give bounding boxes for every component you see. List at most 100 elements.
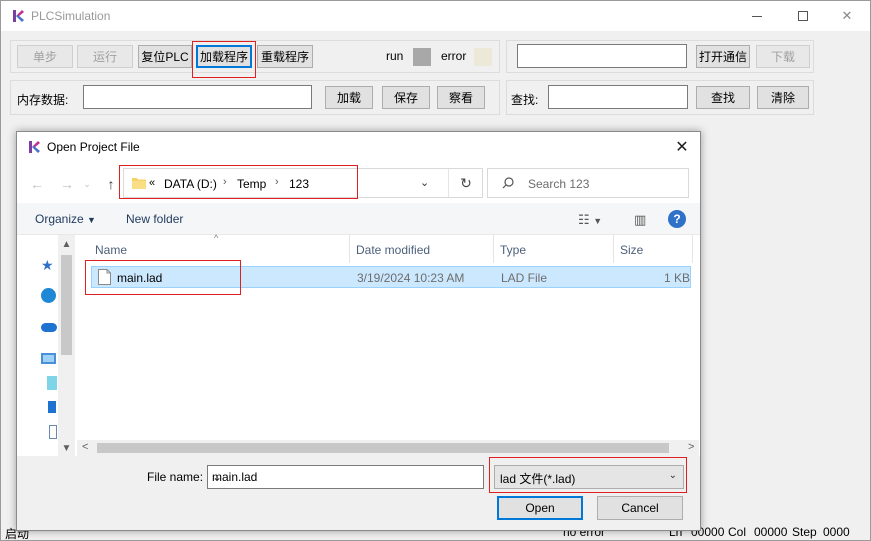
dialog-close-button[interactable]: ✕ — [668, 134, 696, 160]
preview-pane-icon[interactable]: ▥ — [634, 212, 646, 228]
breadcrumb-item-123[interactable]: 123 — [289, 177, 309, 191]
breadcrumb-item-data-drive[interactable]: DATA (D:) — [164, 177, 217, 191]
caret-down-icon: ▼ — [87, 215, 96, 225]
run-indicator-led — [413, 48, 431, 66]
file-type: LAD File — [501, 271, 548, 285]
breadcrumb-overflow[interactable]: « — [149, 177, 155, 189]
error-indicator-label: error — [441, 49, 467, 63]
close-button[interactable]: ✕ — [824, 1, 870, 31]
reload-program-button[interactable]: 重载程序 — [257, 45, 313, 68]
address-bar[interactable]: « DATA (D:) › Temp › 123 ⌄ ↻ — [123, 168, 483, 198]
memory-load-button[interactable]: 加载 — [325, 86, 373, 109]
maximize-button[interactable] — [780, 1, 826, 31]
documents-icon[interactable] — [49, 425, 57, 439]
address-dropdown-icon[interactable]: ⌄ — [420, 176, 429, 189]
search-icon — [502, 177, 514, 189]
3d-objects-icon[interactable] — [47, 376, 57, 390]
load-program-button[interactable]: 加载程序 — [196, 45, 252, 68]
find-button[interactable]: 查找 — [696, 86, 750, 109]
scroll-right-icon[interactable]: > — [688, 441, 694, 453]
column-separator[interactable] — [493, 235, 494, 263]
open-button[interactable]: Open — [497, 496, 583, 520]
file-date-modified: 3/19/2024 10:23 AM — [357, 271, 465, 285]
memory-view-button[interactable]: 察看 — [437, 86, 485, 109]
desktop-icon[interactable] — [48, 401, 56, 413]
file-list-hscrollbar[interactable]: < > — [77, 440, 699, 456]
minimize-icon — [752, 15, 762, 17]
comm-port-input[interactable] — [517, 44, 687, 68]
scroll-up-icon[interactable]: ▲ — [58, 239, 75, 250]
column-separator[interactable] — [613, 235, 614, 263]
cancel-button[interactable]: Cancel — [597, 496, 683, 520]
command-bar: Organize ▼ New folder ☷ ▼ ▥ — [17, 203, 700, 235]
clear-button[interactable]: 清除 — [757, 86, 809, 109]
step-button[interactable]: 单步 — [17, 45, 73, 68]
main-titlebar[interactable]: PLCSimulation ✕ — [1, 1, 870, 31]
dialog-logo-icon — [29, 141, 40, 153]
find-label: 查找: — [511, 93, 539, 107]
chevron-down-icon: ⌄ — [83, 178, 91, 189]
forward-button[interactable]: → — [57, 174, 77, 194]
recent-locations-button[interactable]: ⌄ — [81, 174, 93, 194]
file-row-main-lad[interactable]: main.lad 3/19/2024 10:23 AM LAD File 1 K… — [91, 266, 691, 288]
back-button[interactable]: ← — [27, 174, 47, 194]
memory-data-input[interactable] — [83, 85, 312, 109]
dialog-titlebar[interactable]: Open Project File ✕ — [17, 132, 700, 162]
dialog-title: Open Project File — [47, 140, 140, 154]
hscrollbar-thumb[interactable] — [97, 443, 669, 453]
download-button[interactable]: 下载 — [756, 45, 810, 68]
quick-access-icon[interactable]: ★ — [41, 257, 57, 273]
minimize-button[interactable] — [734, 1, 780, 31]
run-indicator-label: run — [386, 49, 404, 63]
nextcloud-icon[interactable] — [41, 288, 56, 303]
search-box[interactable]: Search 123 — [487, 168, 689, 198]
app-logo-icon — [11, 9, 25, 23]
column-header-date-modified[interactable]: Date modified — [356, 243, 430, 257]
file-type-filter[interactable]: lad 文件(*.lad) ⌄ — [494, 465, 684, 489]
refresh-icon: ↻ — [460, 174, 472, 191]
column-header-name[interactable]: Name — [95, 243, 127, 257]
maximize-icon — [798, 11, 808, 21]
organize-menu[interactable]: Organize ▼ — [35, 212, 96, 226]
dialog-footer: File name: main.lad ⌄ lad 文件(*.lad) ⌄ Op… — [17, 456, 700, 530]
chevron-down-icon[interactable]: ⌄ — [212, 470, 222, 484]
view-options-icon[interactable]: ☷ ▼ — [578, 212, 602, 228]
status-col-label: Col — [728, 525, 747, 539]
column-header-type[interactable]: Type — [500, 243, 526, 257]
new-folder-button[interactable]: New folder — [126, 212, 183, 226]
run-button[interactable]: 运行 — [77, 45, 133, 68]
file-name-input[interactable]: main.lad ⌄ — [207, 465, 484, 489]
column-separator[interactable] — [349, 235, 350, 263]
refresh-button[interactable]: ↻ — [448, 169, 483, 197]
error-indicator-led — [474, 48, 492, 66]
open-file-dialog: Open Project File ✕ ← → ⌄ ↑ « DATA (D:) … — [16, 131, 701, 531]
status-step-value: 0000 — [823, 525, 850, 539]
folder-icon — [132, 178, 146, 189]
scroll-down-icon[interactable]: ▼ — [58, 443, 75, 454]
file-list: ^ Name Date modified Type Size main.lad … — [77, 233, 699, 456]
nav-scrollbar-thumb[interactable] — [61, 255, 72, 355]
app-title: PLCSimulation — [31, 9, 111, 23]
reset-plc-button[interactable]: 复位PLC — [138, 45, 192, 68]
breadcrumb-item-temp[interactable]: Temp — [237, 177, 266, 191]
status-step-label: Step — [792, 525, 817, 539]
search-placeholder: Search 123 — [528, 177, 590, 191]
onedrive-icon[interactable] — [41, 323, 57, 332]
help-icon[interactable]: ? — [668, 210, 686, 228]
file-icon — [98, 269, 111, 285]
status-col-value: 00000 — [754, 525, 788, 539]
open-comm-button[interactable]: 打开通信 — [696, 45, 750, 68]
breadcrumb-separator-icon: › — [275, 176, 279, 188]
navigation-pane: ▲ ▼ ★ — [17, 235, 75, 456]
breadcrumb-separator-icon: › — [223, 176, 227, 188]
arrow-left-icon: ← — [30, 176, 44, 192]
column-separator[interactable] — [692, 235, 693, 263]
up-folder-button[interactable]: ↑ — [101, 174, 121, 194]
arrow-up-icon: ↑ — [107, 176, 115, 192]
find-input[interactable] — [548, 85, 688, 109]
this-pc-icon[interactable] — [41, 353, 56, 364]
column-header-size[interactable]: Size — [620, 243, 643, 257]
memory-save-button[interactable]: 保存 — [382, 86, 430, 109]
scroll-left-icon[interactable]: < — [82, 441, 88, 453]
memory-data-label: 内存数据: — [17, 93, 69, 107]
